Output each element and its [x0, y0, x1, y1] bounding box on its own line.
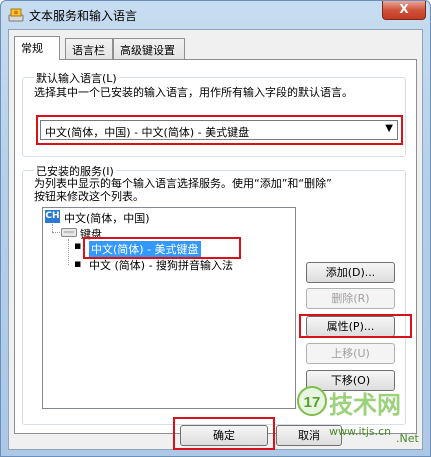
default-lang-value: 中文(简体，中国) - 中文(简体) - 美式键盘	[45, 126, 250, 139]
title-bar[interactable]: 文本服务和输入语言 X	[1, 1, 430, 29]
highlight-ok	[173, 417, 275, 450]
keyboard-app-icon	[8, 8, 24, 22]
installed-description-2: 按钮来修改这个列表。	[34, 190, 144, 203]
add-button[interactable]: 添加(D)...	[306, 262, 395, 283]
highlight-selected-item	[83, 237, 241, 259]
tab-advanced-keys[interactable]: 高级键设置	[113, 38, 185, 59]
language-badge: CH	[45, 210, 60, 223]
move-up-button[interactable]: 上移(U)	[306, 343, 395, 364]
tab-general[interactable]: 常规	[14, 36, 60, 60]
highlight-properties	[299, 314, 412, 338]
window-title: 文本服务和输入语言	[29, 9, 138, 23]
chevron-down-icon: ▼	[385, 123, 393, 134]
watermark-suffix: .Net	[396, 432, 419, 445]
tree-bullet-icon: ▪	[74, 257, 82, 270]
tree-connector	[52, 232, 60, 233]
tree-connector	[68, 239, 69, 265]
installed-description-1: 为列表中显示的每个输入语言选择服务。使用“添加”和“删除”	[34, 177, 332, 190]
brand-logo-icon: 17	[297, 386, 327, 416]
svg-text:17: 17	[304, 394, 321, 411]
watermark-brand: 技术网	[329, 391, 401, 419]
keyboard-icon	[61, 228, 77, 237]
close-button[interactable]: X	[382, 1, 426, 20]
site-watermark: 17 技术网 www.itjs.cn .Net	[296, 383, 426, 453]
default-lang-label: 默认输入语言(L)	[34, 70, 119, 86]
default-lang-select[interactable]: 中文(简体，中国) - 中文(简体) - 美式键盘 ▼	[40, 120, 398, 140]
tree-item-sogou-pinyin[interactable]: 中文 (简体) - 搜狗拼音输入法	[89, 257, 233, 273]
dialog-window: 文本服务和输入语言 X 常规 语言栏 高级键设置 默认输入语言(L) 选择其中一…	[0, 0, 431, 457]
tab-language-bar[interactable]: 语言栏	[65, 38, 113, 59]
watermark-url: www.itjs.cn	[329, 425, 392, 438]
tree-language-node[interactable]: 中文(简体，中国)	[64, 210, 150, 226]
default-lang-description: 选择其中一个已安装的输入语言，用作所有输入字段的默认语言。	[34, 86, 353, 99]
tree-bullet-icon: ▪	[74, 239, 82, 252]
remove-button[interactable]: 删除(R)	[306, 288, 395, 309]
tree-connector	[52, 224, 53, 232]
